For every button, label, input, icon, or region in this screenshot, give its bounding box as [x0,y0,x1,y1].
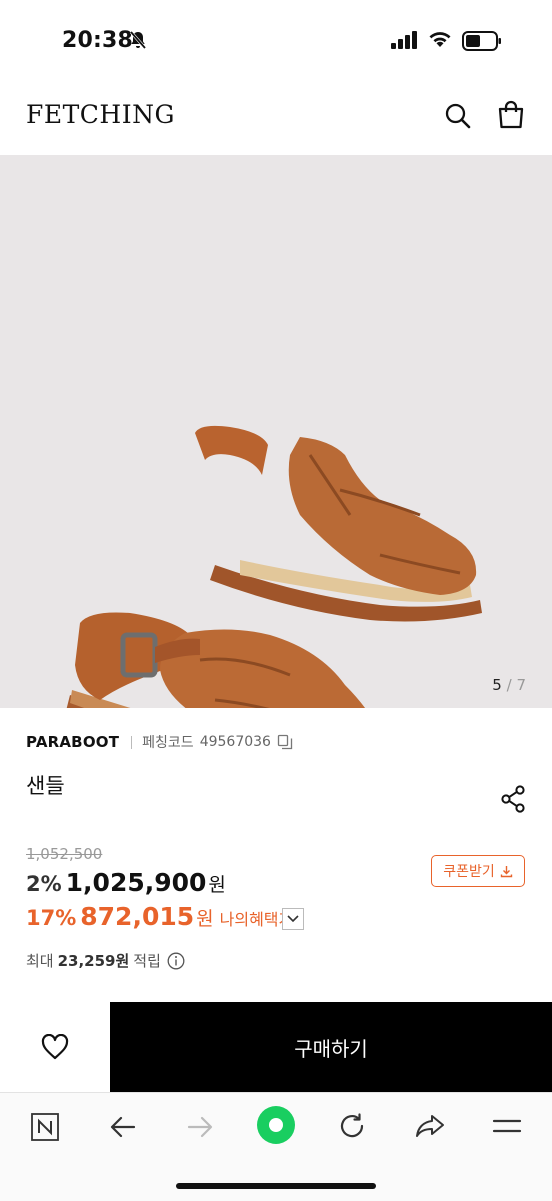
benefit-currency-unit: 원 [196,908,214,930]
image-counter-total: 7 [516,676,526,694]
menu-icon[interactable] [492,1115,522,1137]
divider [131,735,133,749]
original-price: 1,052,500 [26,845,103,863]
share-icon[interactable] [500,785,526,813]
app-header: FETCHING [0,80,552,154]
brand-row: PARABOOT 페칭코드 49567036 [26,732,293,752]
download-icon [500,865,512,877]
copy-icon[interactable] [277,734,293,750]
search-icon[interactable] [444,102,472,130]
status-bar: 20:38 [0,0,552,80]
product-code: 49567036 [199,734,271,750]
green-home-icon[interactable] [256,1105,296,1145]
bell-muted-icon [129,31,147,49]
points-prefix: 최대 [26,952,54,970]
currency-unit: 원 [208,874,226,896]
product-image-gallery[interactable]: 5 / 7 [0,155,552,708]
benefit-price-row: 17% 872,015 원 나의혜택가 [26,902,293,931]
info-icon[interactable] [167,952,185,970]
image-counter: 5 / 7 [492,676,526,694]
wifi-icon [429,32,451,47]
price-row: 2% 1,025,900 원 [26,868,226,897]
share-arrow-icon[interactable] [415,1113,445,1139]
chevron-down-icon [287,915,299,923]
back-arrow-icon[interactable] [109,1114,137,1140]
home-indicator [176,1183,376,1189]
forward-arrow-icon[interactable] [186,1114,214,1140]
refresh-icon[interactable] [338,1112,366,1140]
coupon-label: 쿠폰받기 [443,864,495,880]
product-image-sandals [66,425,482,708]
battery-icon [462,31,501,51]
fetching-logo[interactable]: FETCHING [26,100,175,129]
points-amount: 23,259원 [57,952,130,970]
heart-icon [41,1034,69,1060]
discount-percent: 2% [26,872,62,896]
cellular-signal-icon [391,31,417,49]
naver-n-icon[interactable] [31,1113,59,1141]
shopping-bag-icon[interactable] [497,100,525,130]
coupon-button[interactable]: 쿠폰받기 [431,855,525,887]
brand-name[interactable]: PARABOOT [26,733,119,751]
points-suffix: 적립 [133,952,161,970]
wishlist-button[interactable] [0,1002,110,1092]
image-counter-separator: / [506,676,512,694]
status-time: 20:38 [62,28,134,53]
sale-price: 1,025,900 [65,868,207,897]
points-info: 최대 23,259원 적립 [26,950,185,971]
benefit-expand-button[interactable] [282,908,304,930]
benefit-price: 872,015 [80,902,195,931]
buy-button[interactable]: 구매하기 [110,1002,552,1092]
product-name: 샌들 [26,774,65,798]
image-counter-current: 5 [492,676,502,694]
benefit-percent: 17% [26,906,77,930]
product-code-label: 페칭코드 [142,735,194,751]
